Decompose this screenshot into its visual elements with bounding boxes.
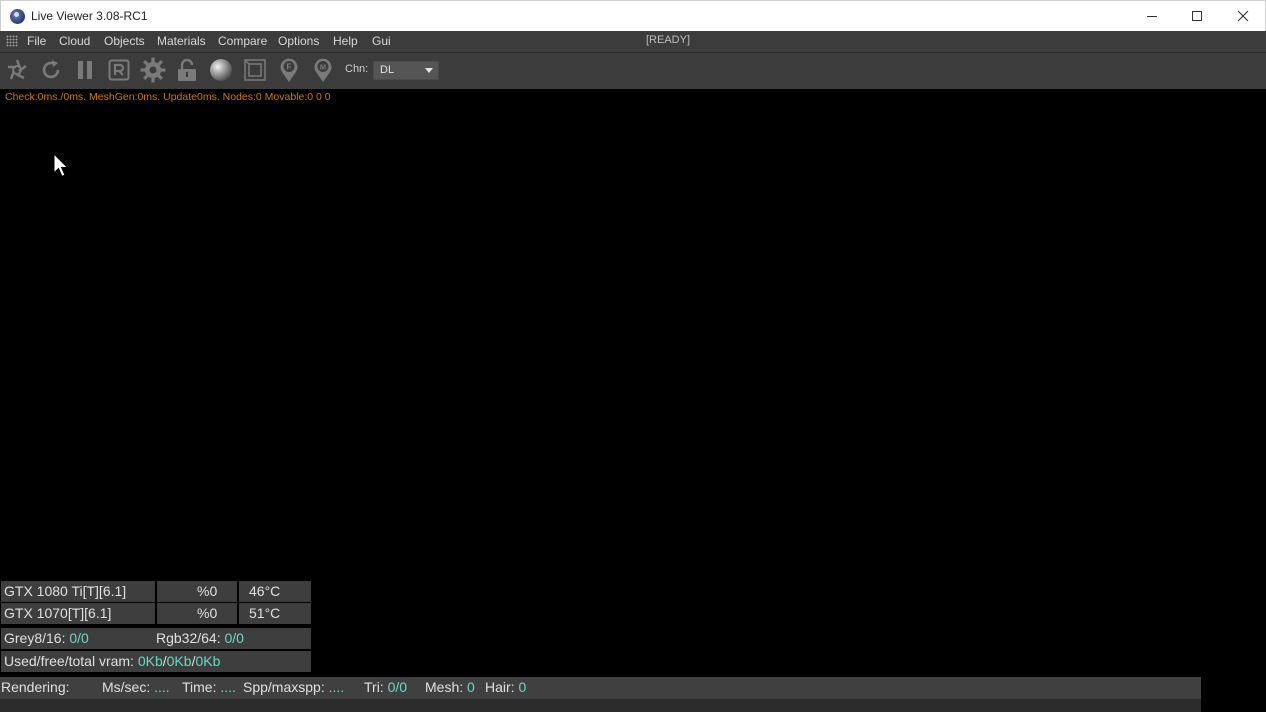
mouse-cursor-icon bbox=[53, 153, 69, 178]
pause-button[interactable] bbox=[71, 56, 99, 84]
focus-pin-icon: F bbox=[280, 58, 298, 82]
chevron-down-icon bbox=[425, 68, 433, 73]
gpu-temp: 46°C bbox=[249, 583, 281, 599]
gpu-usage: %0 bbox=[197, 583, 218, 599]
aperture-button[interactable] bbox=[3, 56, 31, 84]
gpu-usage: %0 bbox=[197, 605, 218, 621]
stats-line: Check:0ms./0ms. MeshGen:0ms. Update0ms. … bbox=[5, 91, 331, 103]
aperture-icon bbox=[8, 59, 27, 80]
settings-button[interactable] bbox=[139, 56, 167, 84]
pause-icon bbox=[78, 61, 92, 79]
minimize-button[interactable] bbox=[1129, 1, 1175, 31]
render-region-button[interactable] bbox=[105, 56, 133, 84]
texture-row: Grey8/16: 0/0 Rgb32/64: 0/0 bbox=[1, 628, 311, 649]
menu-options[interactable]: Options bbox=[278, 34, 319, 48]
gpu-name: GTX 1070[T][6.1] bbox=[4, 605, 112, 621]
channel-label: Chn: bbox=[345, 63, 369, 75]
channel-select[interactable]: DL bbox=[373, 61, 439, 80]
menu-file[interactable]: File bbox=[27, 34, 46, 48]
menu-materials[interactable]: Materials bbox=[157, 34, 206, 48]
refresh-icon bbox=[42, 60, 60, 79]
rgb-texture-stat: Rgb32/64: 0/0 bbox=[156, 630, 244, 646]
menu-help[interactable]: Help bbox=[333, 34, 358, 48]
close-button[interactable] bbox=[1220, 1, 1266, 31]
material-sphere-button[interactable] bbox=[207, 56, 235, 84]
rendering-label: Rendering: bbox=[1, 679, 70, 695]
ms-per-sec-stat: Ms/sec: .... bbox=[102, 679, 170, 695]
bottom-strip bbox=[0, 699, 1201, 712]
tri-stat: Tri: 0/0 bbox=[364, 679, 408, 695]
unlock-icon bbox=[178, 58, 196, 81]
spp-stat: Spp/maxspp: .... bbox=[243, 679, 345, 695]
focus-pin-button[interactable]: F bbox=[275, 56, 303, 84]
window-title: Live Viewer 3.08-RC1 bbox=[31, 9, 148, 23]
viewport-frame-button[interactable] bbox=[241, 56, 269, 84]
gpu-row: GTX 1080 Ti[T][6.1] %0 46°C bbox=[1, 581, 311, 602]
gpu-temp: 51°C bbox=[249, 605, 281, 621]
maximize-button[interactable] bbox=[1174, 1, 1220, 31]
svg-text:F: F bbox=[287, 63, 292, 72]
mesh-stat: Mesh: 0 bbox=[425, 679, 475, 695]
channel-value: DL bbox=[380, 64, 395, 76]
svg-text:M: M bbox=[320, 63, 326, 72]
title-bar: Live Viewer 3.08-RC1 bbox=[0, 0, 1266, 31]
grip-icon[interactable] bbox=[6, 35, 18, 47]
gpu-name: GTX 1080 Ti[T][6.1] bbox=[4, 583, 127, 599]
minimize-icon bbox=[1147, 15, 1157, 17]
menu-gui[interactable]: Gui bbox=[372, 34, 391, 48]
maximize-icon bbox=[1192, 11, 1202, 21]
app-icon bbox=[10, 9, 25, 24]
lock-button[interactable] bbox=[173, 56, 201, 84]
menu-cloud[interactable]: Cloud bbox=[59, 34, 90, 48]
hair-stat: Hair: 0 bbox=[485, 679, 527, 695]
close-icon bbox=[1237, 10, 1249, 22]
menu-objects[interactable]: Objects bbox=[104, 34, 145, 48]
gear-icon bbox=[140, 57, 166, 83]
gpu-row: GTX 1070[T][6.1] %0 51°C bbox=[1, 603, 311, 624]
grey-texture-stat: Grey8/16: 0/0 bbox=[4, 630, 89, 646]
material-pin-button[interactable]: M bbox=[309, 56, 337, 84]
refresh-button[interactable] bbox=[37, 56, 65, 84]
viewport-frame-icon bbox=[244, 59, 266, 81]
menu-bar: File Cloud Objects Materials Compare Opt… bbox=[0, 31, 1266, 52]
time-stat: Time: .... bbox=[182, 679, 236, 695]
vram-stat: Used/free/total vram: 0Kb/0Kb/0Kb bbox=[4, 653, 221, 669]
render-status-bar: Rendering: Ms/sec: .... Time: .... Spp/m… bbox=[0, 677, 1201, 699]
toolbar: F M Chn: DL bbox=[0, 52, 1266, 89]
material-sphere-icon bbox=[210, 59, 232, 81]
material-pin-icon: M bbox=[314, 58, 332, 82]
vram-row: Used/free/total vram: 0Kb/0Kb/0Kb bbox=[1, 651, 311, 672]
status-ready: [READY] bbox=[646, 34, 691, 46]
render-region-icon bbox=[108, 59, 130, 81]
menu-compare[interactable]: Compare bbox=[218, 34, 267, 48]
